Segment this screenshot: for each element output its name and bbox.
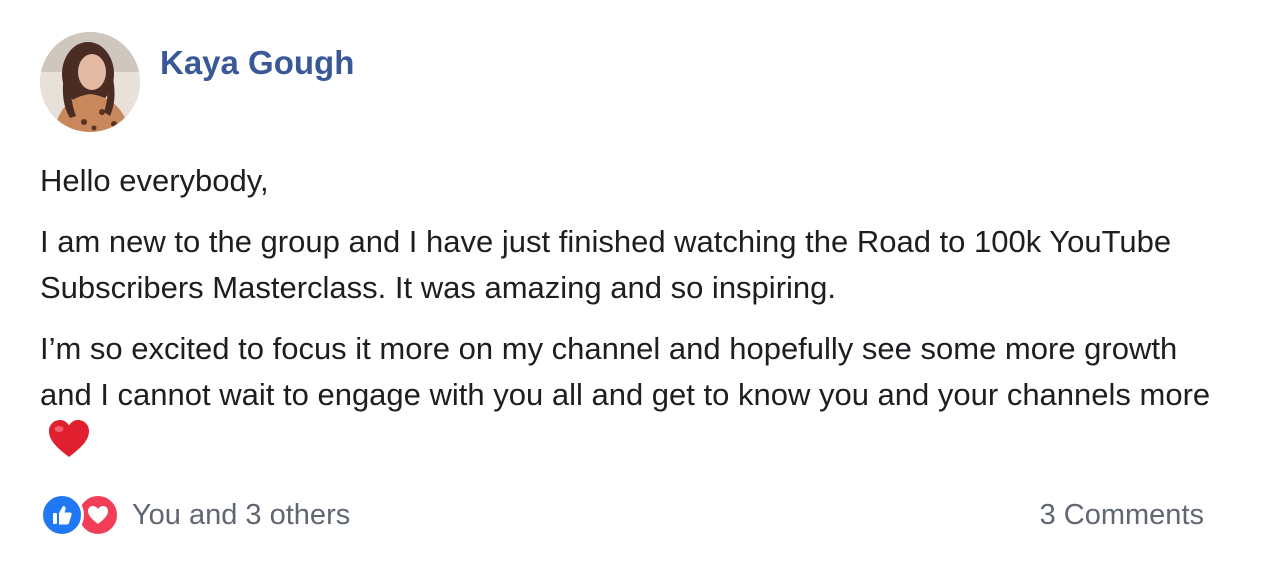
post-paragraph-last: I’m so excited to focus it more on my ch…: [40, 326, 1230, 464]
reactions-summary[interactable]: You and 3 others: [40, 493, 350, 537]
avatar[interactable]: [40, 32, 140, 132]
reaction-icons: [40, 493, 120, 537]
post-paragraph: Hello everybody,: [40, 163, 269, 198]
post-paragraph: I am new to the group and I have just fi…: [40, 224, 1172, 305]
author-name[interactable]: Kaya Gough: [160, 44, 354, 82]
profile-photo-icon: [40, 32, 140, 132]
comments-count-link[interactable]: 3 Comments: [1040, 499, 1204, 532]
post-footer: You and 3 others 3 Comments: [40, 490, 1204, 540]
thumbs-up-icon[interactable]: [40, 493, 84, 537]
post-paragraph-text: I’m so excited to focus it more on my ch…: [40, 331, 1211, 412]
reactions-count-text[interactable]: You and 3 others: [132, 499, 350, 532]
post-card: Kaya Gough Hello everybody, I am new to …: [0, 0, 1264, 586]
post-body: Hello everybody, I am new to the group a…: [40, 158, 1230, 479]
red-heart-icon: [49, 420, 89, 457]
post-header: Kaya Gough: [40, 32, 354, 132]
